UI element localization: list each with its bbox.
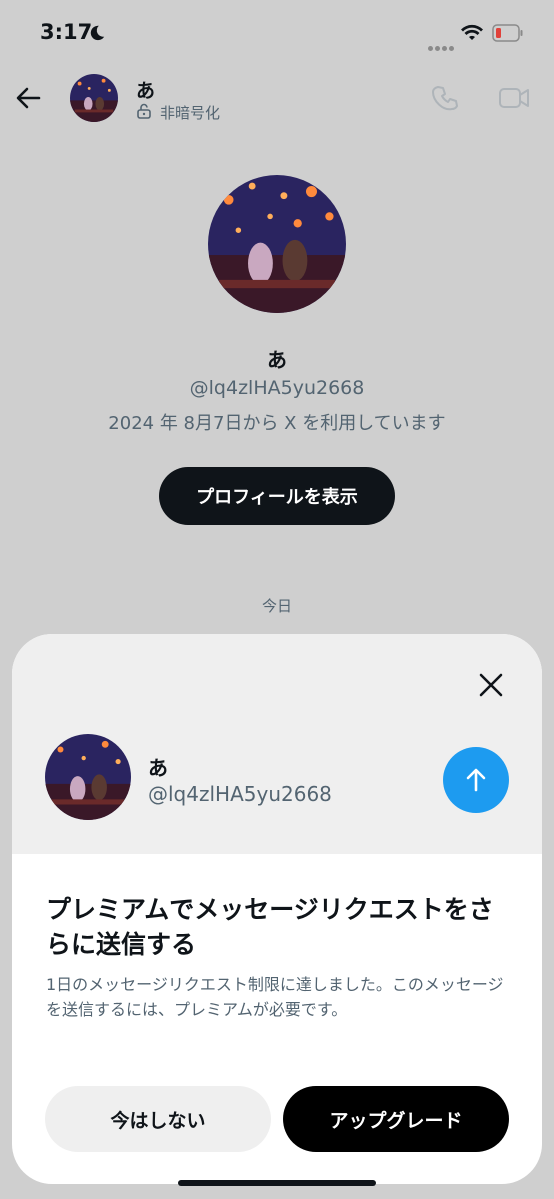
status-time: 3:17	[40, 20, 93, 44]
lock-open-icon	[137, 103, 151, 119]
wifi-icon	[461, 24, 483, 40]
back-arrow-icon[interactable]	[14, 84, 42, 112]
recipient-handle: @lq4zlHA5yu2668	[148, 782, 332, 806]
recipient-avatar	[45, 734, 131, 820]
profile-avatar[interactable]	[208, 175, 346, 313]
profile-name: あ	[267, 348, 287, 372]
home-indicator[interactable]	[178, 1180, 376, 1186]
recipient-name: あ	[148, 756, 168, 780]
header-name: あ	[136, 80, 156, 102]
conversation-header: あ 非暗号化	[0, 68, 554, 128]
status-bar: 3:17	[0, 0, 554, 68]
profile-handle: @lq4zlHA5yu2668	[189, 377, 365, 399]
video-icon[interactable]	[498, 84, 530, 112]
close-icon[interactable]	[476, 670, 506, 700]
upgrade-button[interactable]: アップグレード	[283, 1086, 509, 1152]
sheet-title: プレミアムでメッセージリクエストをさらに送信する	[46, 895, 494, 959]
battery-icon	[492, 24, 523, 42]
not-now-button[interactable]: 今はしない	[45, 1086, 271, 1152]
avatar[interactable]	[70, 74, 118, 122]
view-profile-button[interactable]: プロフィールを表示	[159, 467, 395, 525]
day-separator: 今日	[261, 597, 292, 615]
moon-icon	[90, 25, 105, 41]
arrow-up-icon	[466, 768, 486, 792]
sheet-description: 1日のメッセージリクエスト制限に達しました。このメッセージを送信するには、プレミ…	[46, 975, 504, 1019]
encryption-status: 非暗号化	[160, 104, 221, 122]
send-button[interactable]	[443, 747, 509, 813]
premium-upsell-sheet: あ @lq4zlHA5yu2668 プレミアムでメッセージリクエストをさらに送信…	[12, 634, 542, 1184]
phone-icon[interactable]	[432, 84, 460, 112]
profile-joined-date: 2024 年 8月7日から X を利用しています	[108, 413, 446, 434]
signal-icon	[428, 36, 456, 55]
